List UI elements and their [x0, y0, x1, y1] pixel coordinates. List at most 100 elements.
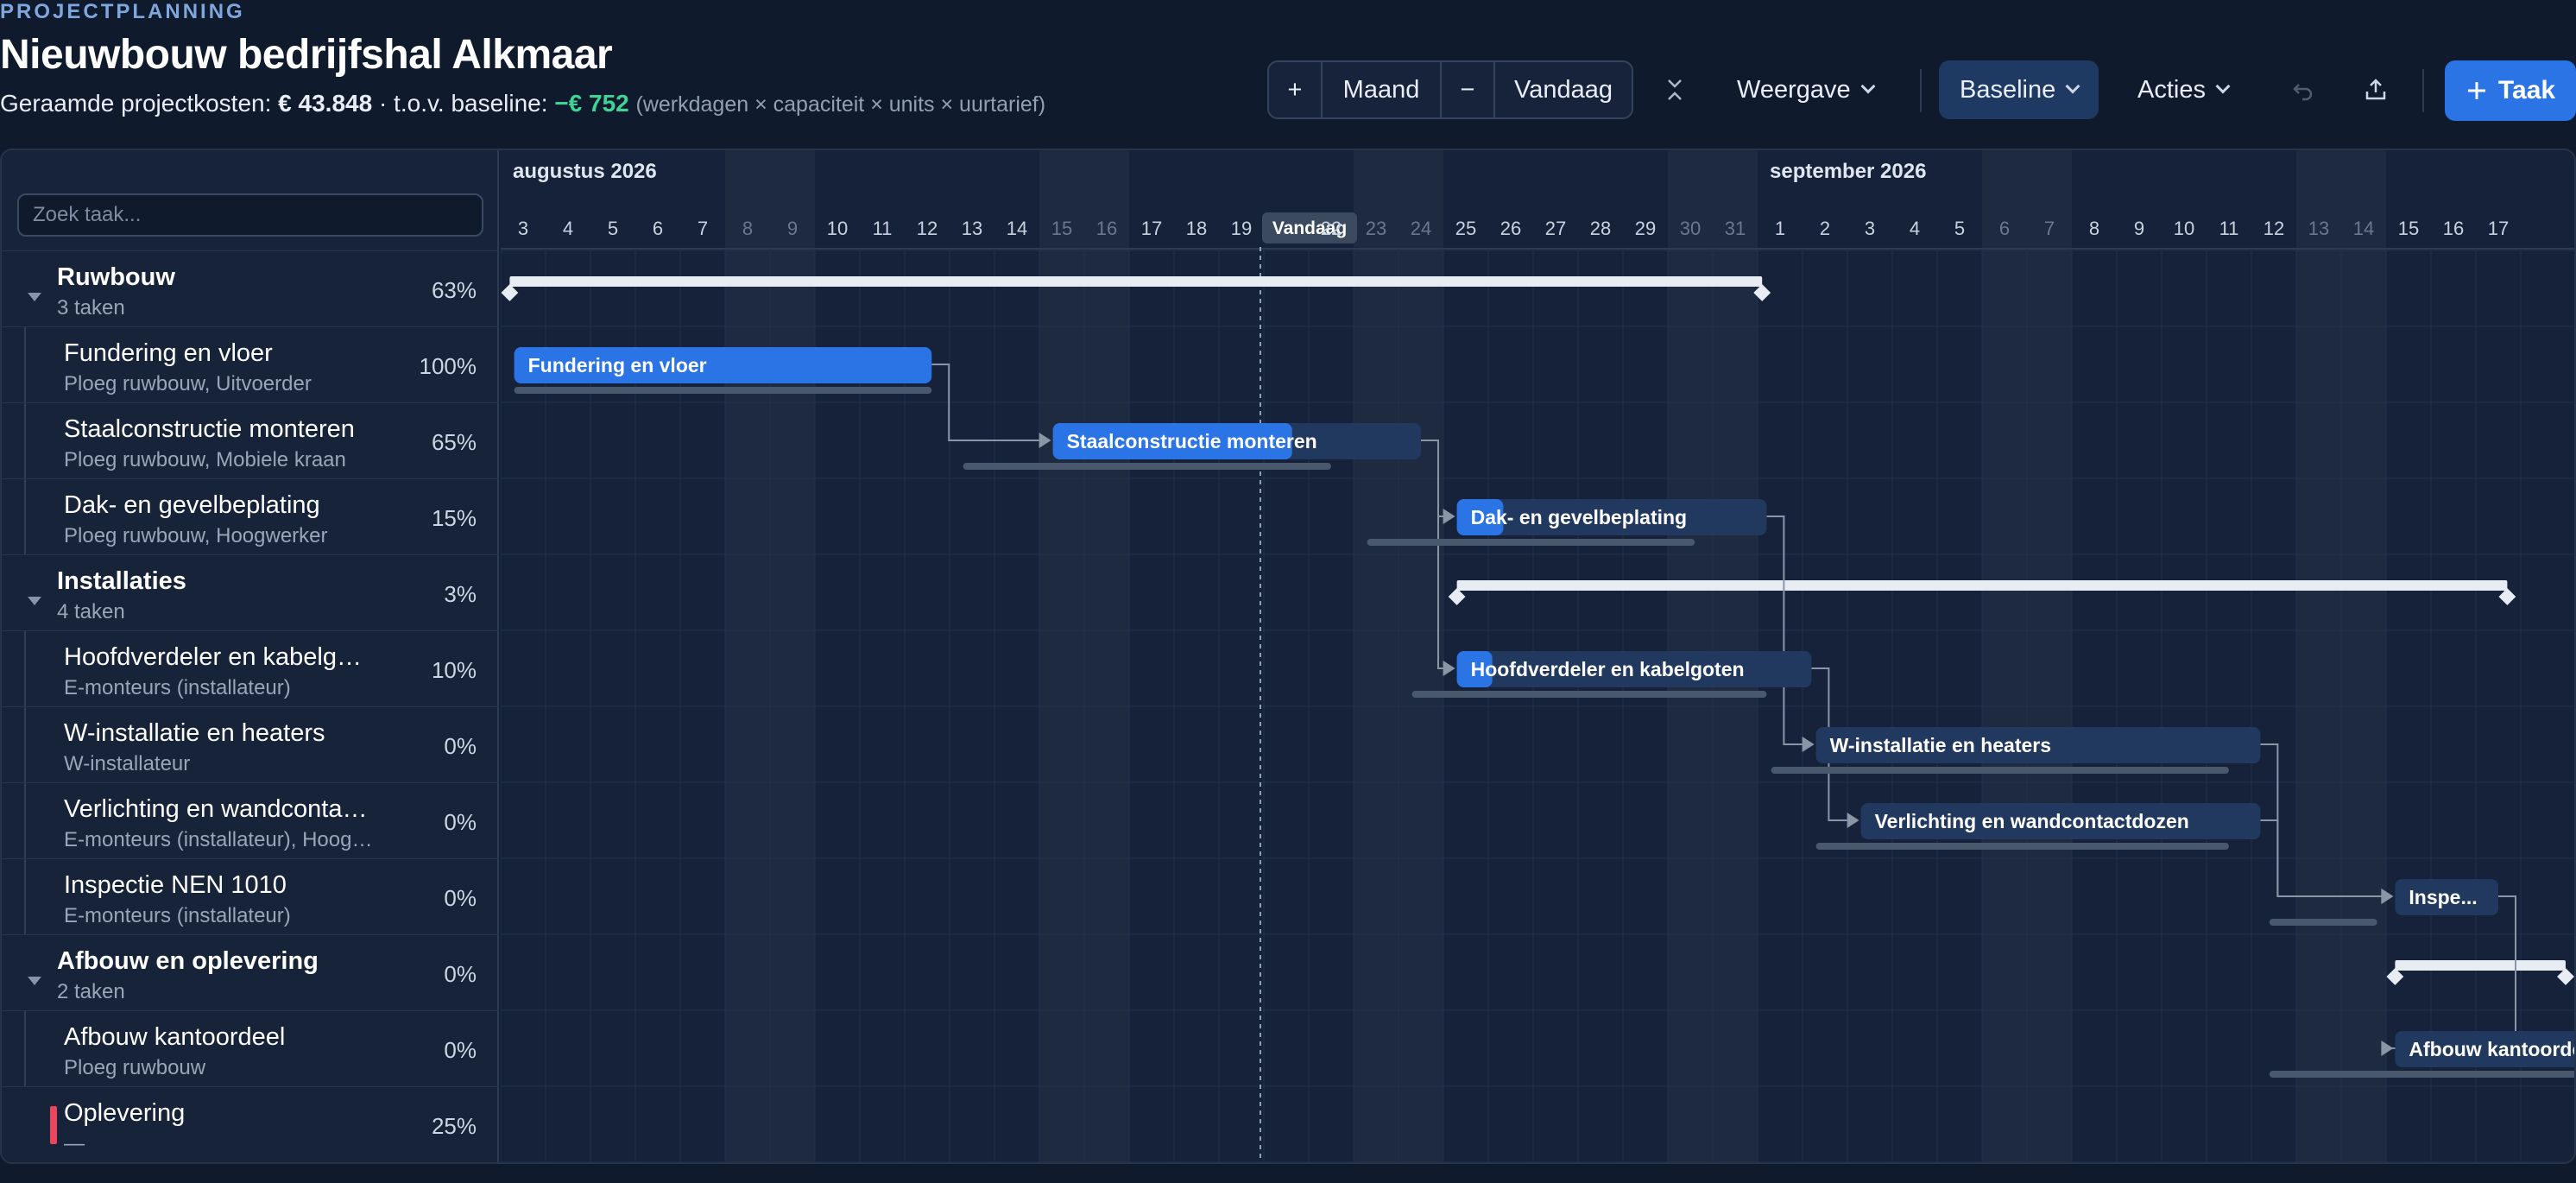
day-label: 22	[1321, 218, 1342, 239]
add-task-button[interactable]: Taak	[2445, 60, 2576, 121]
row-progress: 0%	[444, 885, 477, 911]
scale-month-button[interactable]: Maand	[1323, 62, 1442, 117]
day-label: 17	[1141, 218, 1162, 239]
row-name: Dak- en gevelbeplating	[64, 491, 320, 519]
day-label: 16	[2443, 218, 2464, 239]
tree-guide	[24, 631, 26, 706]
day-label: 7	[2044, 218, 2055, 239]
row-name: Hoofdverdeler en kabelgoten	[64, 643, 368, 671]
search-input[interactable]	[17, 193, 483, 237]
weekend-column	[1039, 150, 1084, 1162]
day-label: 5	[1954, 218, 1965, 239]
row-subtitle: E-monteurs (installateur), Hoogwerker	[64, 828, 375, 851]
task-row[interactable]: Inspectie NEN 1010 E-monteurs (installate…	[2, 858, 499, 934]
zoom-out-button[interactable]: −	[1442, 62, 1495, 117]
today-button[interactable]: Vandaag	[1495, 62, 1632, 117]
group-row[interactable]: Installaties 4 taken 3%	[2, 554, 499, 630]
baseline-label: · t.o.v. baseline:	[378, 90, 548, 117]
row-name: Installaties	[57, 567, 186, 595]
baseline-delta: −€ 752	[554, 90, 629, 117]
task-row[interactable]: Fundering en vloer Ploeg ruwbouw, Uitvoer…	[2, 326, 499, 402]
collapse-caret-icon[interactable]	[28, 293, 41, 301]
day-label: 30	[1680, 218, 1701, 239]
task-row[interactable]: Dak- en gevelbeplating Ploeg ruwbouw, Hoo…	[2, 478, 499, 554]
view-menu-button[interactable]: Weergave	[1737, 60, 1876, 119]
baseline-bar	[1815, 843, 2229, 850]
day-label: 11	[2219, 218, 2239, 239]
row-progress: 0%	[444, 809, 477, 835]
day-label: 12	[2263, 218, 2284, 239]
task-bar-label: Afbouw kantoordeel	[2409, 1038, 2576, 1060]
undo-icon[interactable]	[2284, 71, 2322, 109]
day-label: 27	[1545, 218, 1566, 239]
summary-bar	[509, 276, 1763, 287]
task-bar-label: Hoofdverdeler en kabelgoten	[1471, 658, 1745, 680]
baseline-bar	[1771, 767, 2229, 774]
row-name: Inspectie NEN 1010	[64, 871, 287, 899]
group-row[interactable]: Afbouw en oplevering 2 taken 0%	[2, 934, 499, 1010]
row-subtitle: W-installateur	[64, 752, 191, 775]
collapse-caret-icon[interactable]	[28, 597, 41, 605]
day-label: 6	[653, 218, 663, 239]
task-row[interactable]: Staalconstructie monteren Ploeg ruwbouw, …	[2, 402, 499, 478]
row-name: Staalconstructie monteren	[64, 415, 355, 443]
page-title: Nieuwbouw bedrijfshal Alkmaar	[0, 32, 613, 78]
day-label: 31	[1725, 218, 1746, 239]
dependency-arrow-icon	[1802, 737, 1815, 752]
month-label: augustus 2026	[513, 160, 657, 183]
task-row[interactable]: Verlichting en wandcontactdozen E-monteur…	[2, 782, 499, 858]
dependency-arrow-icon	[2381, 1041, 2394, 1056]
collapse-caret-icon[interactable]	[28, 977, 41, 985]
milestone-row[interactable]: Oplevering — 25%	[2, 1086, 499, 1162]
day-label: 2	[1820, 218, 1830, 239]
row-subtitle: E-monteurs (installateur)	[64, 676, 291, 699]
task-bar-label: Verlichting en wandcontactdozen	[1875, 810, 2189, 832]
row-progress: 0%	[444, 733, 477, 759]
add-task-label: Taak	[2497, 76, 2556, 104]
baseline-menu-button[interactable]: Baseline	[1939, 60, 2099, 119]
day-label: 5	[608, 218, 618, 239]
tree-guide	[24, 707, 26, 782]
day-label: 19	[1231, 218, 1252, 239]
zoom-in-button[interactable]: +	[1269, 62, 1323, 117]
summary-diamond	[2498, 588, 2516, 605]
gantt-svg: augustus 2026 september 20263 4 5 6 7 8 9 10 11 12…	[501, 150, 2576, 1162]
day-label: 9	[2134, 218, 2144, 239]
day-label: 16	[1096, 218, 1117, 239]
task-row[interactable]: Hoofdverdeler en kabelgoten E-monteurs (i…	[2, 630, 499, 706]
collapse-icon[interactable]	[1656, 71, 1694, 109]
row-name: Afbouw kantoordeel	[64, 1023, 286, 1051]
task-bar-label: Dak- en gevelbeplating	[1471, 506, 1688, 528]
row-progress: 15%	[431, 505, 477, 531]
baseline-menu-label: Baseline	[1960, 75, 2056, 104]
day-label: 3	[518, 218, 528, 239]
row-progress: 0%	[444, 961, 477, 987]
day-label: 6	[1999, 218, 2010, 239]
row-subtitle: 2 taken	[57, 980, 125, 1003]
row-subtitle: 3 taken	[57, 296, 125, 319]
row-subtitle: Ploeg ruwbouw, Hoogwerker	[64, 524, 328, 547]
weekend-column	[1982, 150, 2027, 1162]
weekend-column	[1354, 150, 1398, 1162]
task-row[interactable]: W-installatie en heaters W-installateur 0%	[2, 706, 499, 782]
baseline-bar	[2269, 919, 2377, 926]
row-progress: 65%	[431, 429, 477, 455]
row-name: W-installatie en heaters	[64, 719, 325, 747]
row-subtitle: E-monteurs (installateur)	[64, 904, 291, 927]
group-row[interactable]: Ruwbouw 3 taken 63%	[2, 250, 499, 326]
gantt-panel: Ruwbouw3 taken63%Fundering en vloerPloeg…	[0, 149, 2576, 1164]
row-progress: 25%	[431, 1113, 477, 1139]
day-label: 17	[2488, 218, 2509, 239]
row-subtitle: Ploeg ruwbouw, Uitvoerder	[64, 372, 312, 395]
day-label: 14	[2353, 218, 2374, 239]
summary-diamond	[2557, 968, 2574, 985]
day-label: 12	[917, 218, 938, 239]
actions-menu-button[interactable]: Acties	[2137, 60, 2231, 119]
row-progress: 10%	[431, 657, 477, 683]
chevron-down-icon	[2065, 79, 2080, 94]
task-list: Ruwbouw 3 taken 63% Fundering en vloer Ploeg…	[2, 150, 499, 1162]
task-row[interactable]: Afbouw kantoordeel Ploeg ruwbouw 0%	[2, 1010, 499, 1086]
day-label: 10	[827, 218, 848, 239]
day-label: 14	[1007, 218, 1027, 239]
export-icon[interactable]	[2357, 71, 2395, 109]
